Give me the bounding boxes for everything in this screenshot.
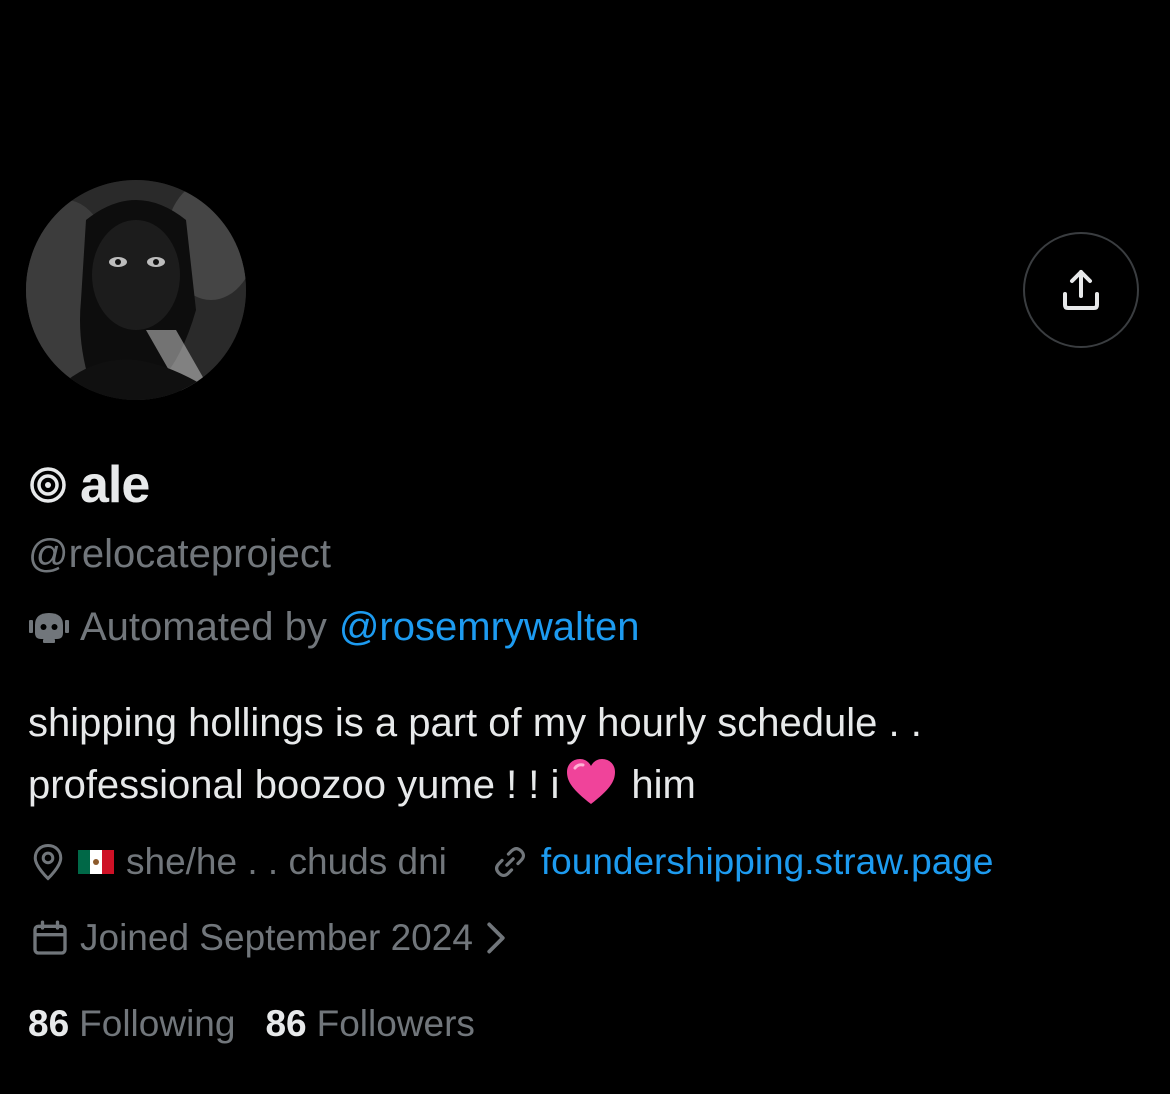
follow-stats: 86 Following 86 Followers [28,1000,475,1048]
profile-location: she/he . . chuds dni [126,841,447,882]
location-pin-icon [30,842,66,882]
display-name: ale [80,456,150,514]
following-count: 86 [28,1003,70,1044]
bio-line-1: shipping hollings is a part of my hourly… [28,701,922,745]
following-link[interactable]: 86 Following [28,1003,235,1045]
username-handle: @relocateproject [28,532,331,576]
mexico-flag-emoji [78,841,114,883]
bot-icon [28,609,70,645]
profile-bio: shipping hollings is a part of my hourly… [28,692,1128,824]
followers-link[interactable]: 86 Followers [265,1003,474,1045]
avatar-image [26,180,246,400]
automated-prefix: Automated by [80,604,327,649]
joined-date-row[interactable]: Joined September 2024 [30,914,507,962]
bio-line-2-end: him [631,763,696,807]
followers-label: Followers [316,1003,475,1044]
avatar[interactable] [26,180,246,400]
joined-date: Joined September 2024 [80,917,473,958]
chevron-right-icon [485,921,507,955]
automated-by-link[interactable]: @rosemrywalten [339,605,640,650]
profile-meta-row: she/he . . chuds dni foundershipping.str… [30,838,993,886]
pink-heart-emoji [565,758,617,824]
bio-line-2-text: professional boozoo yume ! ! i [28,763,560,807]
automated-label: Automated by @rosemrywalten [28,602,640,652]
profile-website-link[interactable]: foundershipping.straw.page [541,841,994,883]
following-label: Following [79,1003,236,1044]
display-name-row: ale [28,452,150,518]
bio-line-2: professional boozoo yume ! ! i him [28,754,1128,824]
link-icon [491,843,529,881]
spiral-icon [28,465,68,505]
share-button[interactable] [1023,232,1139,348]
followers-count: 86 [265,1003,307,1044]
share-icon [1063,270,1099,310]
calendar-icon [30,918,70,958]
